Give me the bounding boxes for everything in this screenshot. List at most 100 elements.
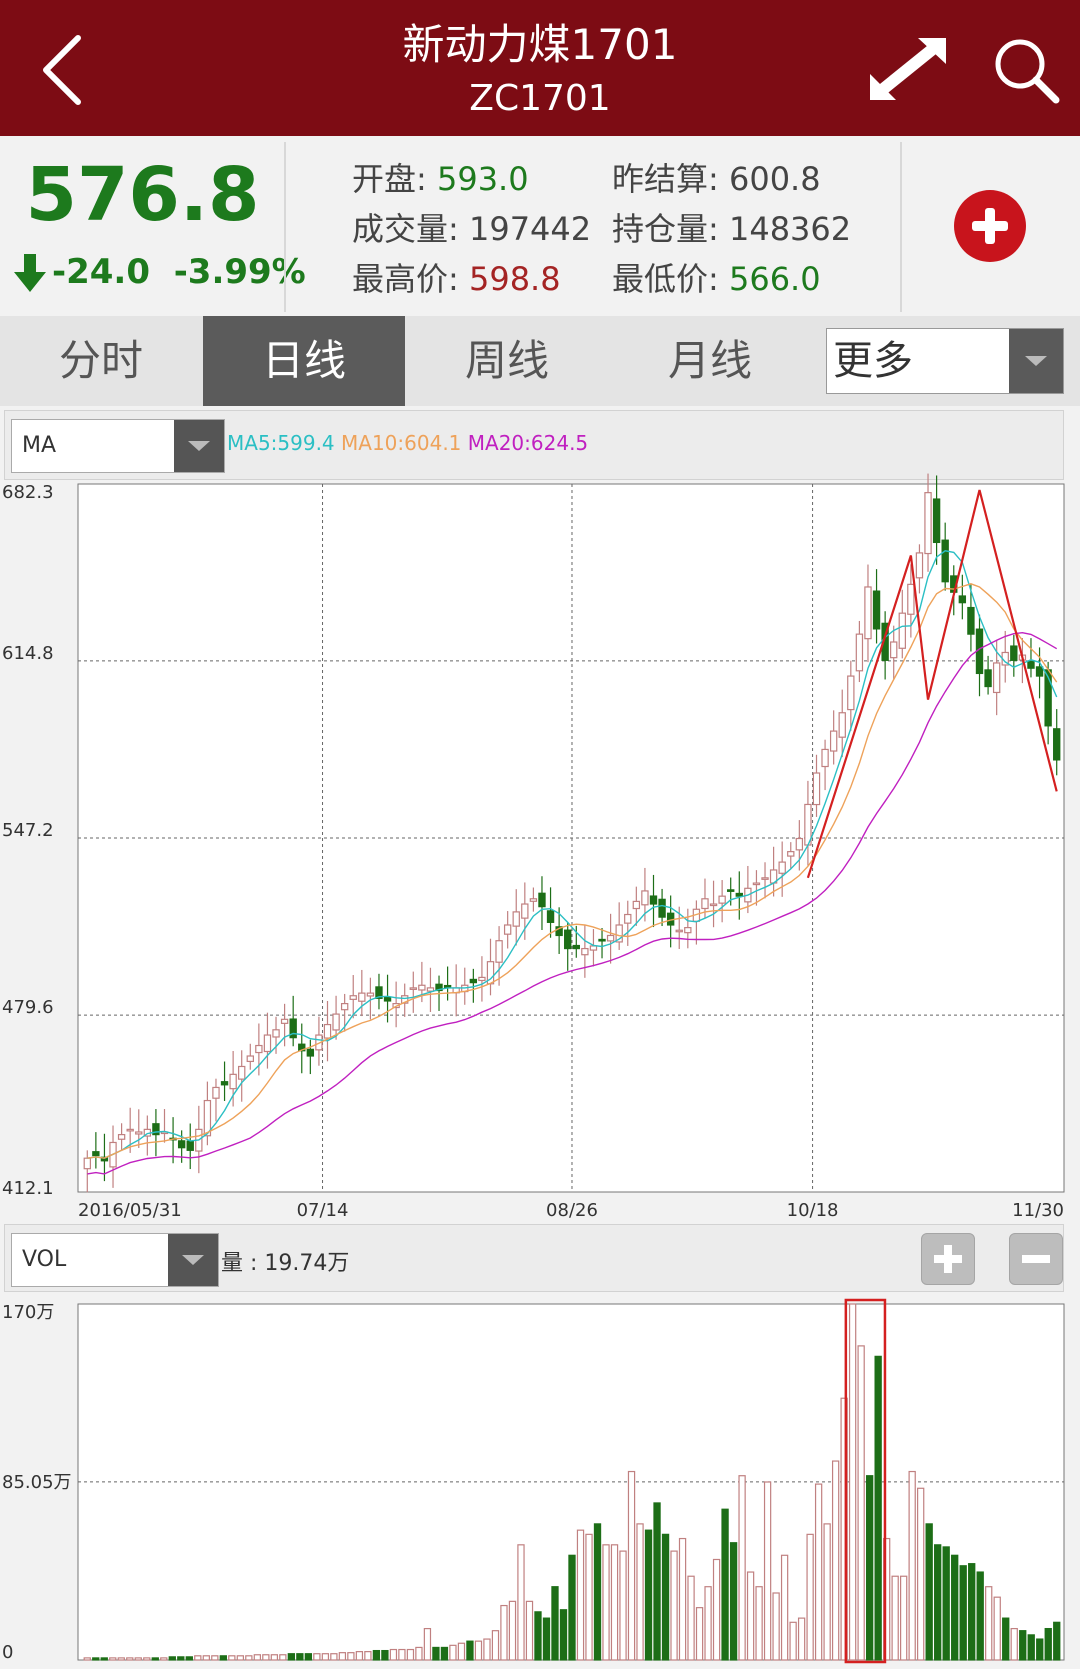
candle-body	[932, 498, 941, 544]
volume-bar	[202, 1655, 210, 1661]
volume-bar	[636, 1523, 644, 1661]
candle-body	[624, 913, 632, 924]
volume-bar	[160, 1657, 168, 1661]
volume-bar	[823, 1523, 831, 1661]
volume-axis-tick-label: 170万	[2, 1302, 54, 1323]
date-axis-tick-label: 2016/05/31	[78, 1200, 182, 1221]
volume-bar	[245, 1655, 253, 1661]
volume-bar	[576, 1529, 585, 1661]
candle-body	[564, 929, 572, 950]
candle-body	[838, 712, 846, 738]
candle-body	[958, 595, 967, 604]
volume-bar	[304, 1653, 313, 1661]
volume-bar	[797, 1617, 806, 1661]
volume-bar	[1053, 1621, 1061, 1661]
candle-body	[521, 903, 529, 919]
candle-body	[323, 1023, 332, 1039]
volume-axis-tick-label: 85.05万	[2, 1472, 72, 1493]
price-axis-tick-label: 682.3	[2, 482, 54, 503]
volume-bar	[704, 1586, 712, 1661]
volume-bar	[559, 1609, 568, 1661]
candle-body	[967, 606, 975, 635]
candle-body	[684, 927, 692, 934]
volume-bar	[236, 1655, 244, 1661]
volume-bar	[900, 1575, 908, 1661]
candle-body	[581, 947, 589, 956]
volume-bar	[389, 1648, 398, 1661]
candle-body	[735, 892, 743, 897]
volume-bar	[729, 1542, 738, 1661]
volume-bar	[398, 1648, 406, 1661]
volume-bar	[415, 1646, 423, 1661]
volume-bar	[525, 1600, 534, 1661]
volume-bar	[1036, 1638, 1044, 1661]
price-axis-tick-label: 614.8	[2, 643, 54, 664]
candle-body	[821, 748, 829, 768]
candle-body	[812, 772, 821, 806]
volume-bar	[109, 1657, 117, 1661]
candle-body	[752, 882, 761, 886]
volume-bar	[610, 1544, 619, 1661]
volume-bar	[857, 1345, 865, 1661]
candle-body	[864, 586, 872, 640]
volume-bar	[568, 1554, 576, 1661]
volume-bar	[831, 1460, 840, 1661]
volume-bar	[440, 1646, 449, 1661]
volume-bar	[908, 1470, 916, 1661]
candle-body	[778, 861, 786, 874]
volume-bar	[1019, 1630, 1027, 1661]
candle-body	[589, 945, 598, 951]
volume-bar	[891, 1575, 899, 1661]
candle-body	[426, 987, 435, 992]
volume-bar	[602, 1544, 610, 1661]
volume-bar	[92, 1657, 100, 1661]
candle-body	[186, 1140, 194, 1151]
candle-body	[1053, 728, 1061, 761]
candle-body	[795, 837, 804, 851]
candle-body	[469, 978, 478, 984]
candle-body	[907, 583, 915, 615]
volume-bar	[321, 1653, 330, 1661]
candle-body	[709, 903, 718, 907]
volume-bar	[517, 1544, 525, 1661]
candle-body	[503, 924, 512, 935]
volume-bar	[925, 1523, 933, 1661]
volume-bar	[661, 1533, 670, 1661]
candle-body	[220, 1081, 229, 1086]
candle-body	[649, 895, 658, 905]
volume-bar	[806, 1533, 814, 1661]
candle-body	[229, 1073, 237, 1090]
candle-body	[658, 898, 666, 918]
volume-bar	[721, 1508, 729, 1661]
candle-body	[349, 995, 357, 1000]
candle-body	[761, 877, 769, 880]
volume-bar	[1027, 1634, 1035, 1661]
volume-bar	[491, 1630, 500, 1661]
volume-bar	[678, 1537, 687, 1661]
candle-body	[787, 851, 795, 857]
candle-body	[872, 590, 881, 630]
candle-body	[915, 552, 924, 579]
volume-bar	[364, 1651, 372, 1661]
candle-body	[126, 1128, 134, 1132]
volume-bar	[381, 1649, 389, 1661]
volume-bar	[338, 1652, 347, 1661]
candle-body	[572, 944, 580, 950]
date-axis-tick-label: 10/18	[787, 1200, 839, 1221]
date-axis-tick-label: 11/30	[1012, 1200, 1064, 1221]
price-axis-tick-label: 547.2	[2, 820, 54, 841]
volume-bar	[372, 1649, 381, 1661]
candle-body	[632, 900, 641, 910]
volume-bar	[134, 1657, 142, 1661]
volume-bar	[874, 1355, 882, 1661]
candle-body	[538, 892, 546, 908]
candle-body	[598, 938, 606, 942]
volume-bar	[423, 1627, 432, 1661]
candle-body	[495, 940, 503, 963]
volume-bar	[534, 1611, 542, 1661]
volume-bar	[917, 1487, 925, 1661]
volume-bar	[763, 1481, 772, 1661]
candle-body	[212, 1086, 220, 1099]
volume-bar	[670, 1550, 678, 1661]
candle-body	[255, 1044, 263, 1054]
